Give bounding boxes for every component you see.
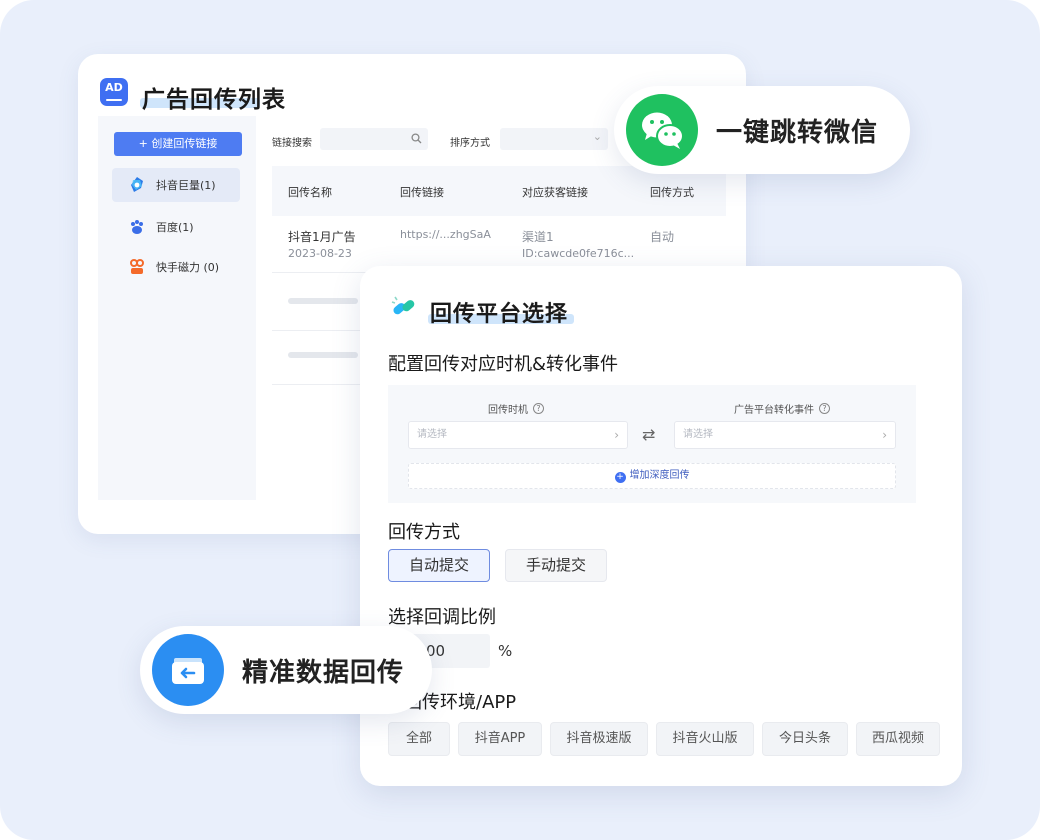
col-header-name: 回传名称 [288, 186, 332, 199]
callback-platform-card: 回传平台选择 配置回传对应时机&转化事件 回传时机 ? 广告平台转化事件 ? 请… [360, 266, 962, 786]
plus-circle-icon: + [614, 472, 626, 483]
card-title: 回传平台选择 [430, 302, 569, 327]
config-area: 回传时机 ? 广告平台转化事件 ? 请选择 › ⇄ 请选择 › + 增加深度回传 [388, 385, 916, 503]
sidebar-item-baidu[interactable]: 百度(1) [112, 210, 240, 244]
help-icon[interactable]: ? [533, 403, 544, 414]
wechat-icon [626, 94, 698, 166]
timing-select[interactable]: 请选择 › [408, 421, 628, 449]
add-deep-label: 增加深度回传 [629, 470, 690, 481]
col-header-link: 回传链接 [400, 186, 444, 199]
data-pill-label: 精准数据回传 [242, 657, 405, 688]
chevron-right-icon: › [882, 428, 887, 442]
col-header-mode: 回传方式 [650, 186, 694, 199]
sort-label: 排序方式 [450, 138, 490, 149]
auto-submit-button[interactable]: 自动提交 [388, 549, 490, 582]
ad-logo-icon: AD [100, 78, 128, 106]
manual-submit-button[interactable]: 手动提交 [505, 549, 607, 582]
sidebar-item-label: 百度(1) [156, 221, 194, 234]
swap-arrows-icon: ⇄ [642, 425, 656, 444]
skeleton-line [288, 352, 358, 358]
baidu-paw-icon [128, 218, 146, 236]
skeleton-line [288, 298, 358, 304]
event-header: 广告平台转化事件 ? [734, 401, 830, 416]
env-chip-douyin-app[interactable]: 抖音APP [458, 722, 542, 756]
link-icon [391, 296, 415, 315]
link-search-input[interactable] [320, 128, 428, 150]
douyin-juliang-icon [128, 176, 146, 194]
env-chip-all[interactable]: 全部 [388, 722, 450, 756]
wechat-pill-label: 一键跳转微信 [716, 117, 879, 148]
sidebar-item-kuaishou[interactable]: 快手磁力 (0) [112, 250, 240, 284]
page-title: 广告回传列表 [142, 87, 286, 113]
create-callback-link-button[interactable]: + 创建回传链接 [114, 132, 242, 156]
ratio-unit: % [498, 642, 513, 660]
sidebar-item-label: 快手磁力 (0) [156, 261, 220, 274]
search-icon [411, 133, 422, 144]
mode-section-title: 回传方式 [388, 522, 460, 543]
env-chip-douyin-lite[interactable]: 抖音极速版 [550, 722, 648, 756]
sort-select[interactable]: ⌄ [500, 128, 608, 150]
plus-icon: + [138, 137, 152, 150]
timing-label: 回传时机 [488, 405, 528, 416]
data-return-icon [152, 634, 224, 706]
create-button-label: 创建回传链接 [151, 137, 218, 150]
col-header-acquire-link: 对应获客链接 [522, 186, 588, 199]
link-search-label: 链接搜索 [272, 138, 312, 149]
sidebar-item-label: 抖音巨量(1) [156, 179, 216, 192]
row-mode: 自动 [650, 230, 675, 244]
chevron-right-icon: › [614, 428, 619, 442]
help-icon[interactable]: ? [819, 403, 830, 414]
event-label: 广告平台转化事件 [734, 405, 814, 416]
platform-sidebar: + 创建回传链接 抖音巨量(1) 百度(1) 快手磁力 (0) [98, 116, 256, 500]
ratio-section-title: 选择回调比例 [388, 607, 496, 628]
select-placeholder: 请选择 [683, 429, 713, 440]
row-name[interactable]: 抖音1月广告 [288, 228, 356, 245]
row-link[interactable]: https://...zhgSaA [400, 228, 491, 241]
config-section-title: 配置回传对应时机&转化事件 [388, 354, 619, 375]
row-channel-id: ID:cawcde0fe716c... [522, 247, 635, 260]
row-date: 2023-08-23 [288, 247, 352, 260]
select-placeholder: 请选择 [417, 429, 447, 440]
wechat-jump-pill[interactable]: 一键跳转微信 [614, 86, 910, 174]
row-channel: 渠道1 [522, 230, 554, 244]
chevron-down-icon: ⌄ [592, 130, 602, 143]
event-select[interactable]: 请选择 › [674, 421, 896, 449]
env-chip-toutiao[interactable]: 今日头条 [762, 722, 848, 756]
env-chip-douyin-huoshan[interactable]: 抖音火山版 [656, 722, 754, 756]
add-deep-callback-button[interactable]: + 增加深度回传 [408, 463, 896, 489]
page-canvas: AD 广告回传列表 + 创建回传链接 抖音巨量(1) 百度(1) 快手磁力 (0… [0, 0, 1040, 840]
kuaishou-cili-icon [128, 258, 146, 276]
env-chip-xigua[interactable]: 西瓜视频 [856, 722, 940, 756]
precise-data-pill[interactable]: 精准数据回传 [140, 626, 432, 714]
timing-header: 回传时机 ? [488, 401, 544, 416]
sidebar-item-douyin[interactable]: 抖音巨量(1) [112, 168, 240, 202]
